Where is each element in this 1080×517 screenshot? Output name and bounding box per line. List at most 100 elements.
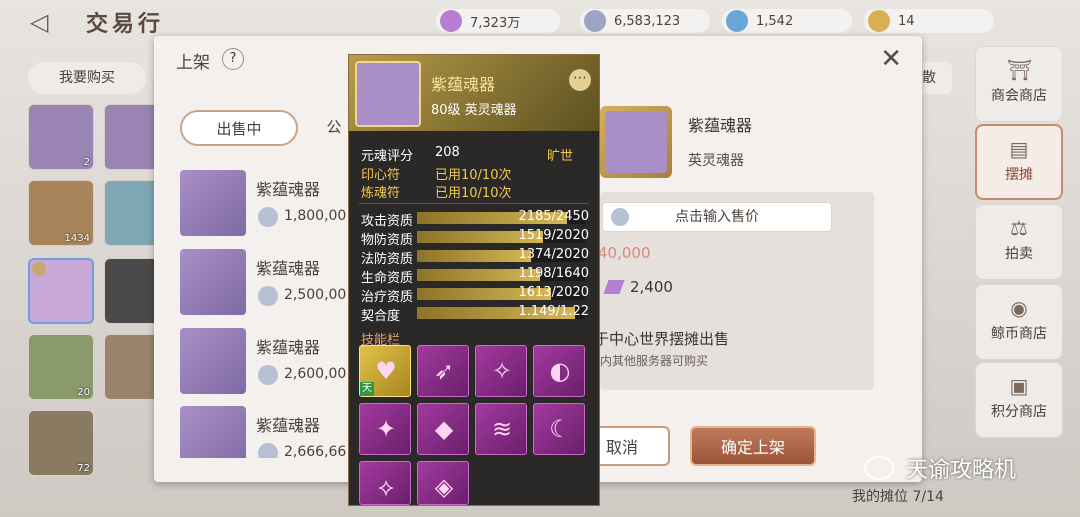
whale-coin-icon: ◉ (1010, 296, 1028, 320)
stat-bar: 契合度 1.149/1.22 (361, 304, 589, 324)
listing-row[interactable]: 紫蕴魂器 2,500,00 (176, 245, 354, 321)
coin-icon (611, 208, 629, 226)
skill-icon: ◈ (434, 473, 454, 501)
nav-whale-shop[interactable]: ◉ 鲸币商店 (975, 284, 1063, 360)
skill-slot[interactable]: ⟡ (359, 461, 411, 505)
nav-stall[interactable]: ▤ 摆摊 (975, 124, 1063, 200)
skill-slot[interactable]: ➶ (417, 345, 469, 397)
currency-silver: 6,583,123 (580, 9, 710, 33)
item-icon (355, 61, 421, 127)
divider (359, 203, 589, 204)
skill-icon: ✧ (491, 357, 513, 385)
stat-name: 物防资质 (361, 233, 414, 248)
listing-row[interactable]: 紫蕴魂器 2,600,00 (176, 324, 354, 400)
skill-slot[interactable]: ◈ (417, 461, 469, 505)
filter-tab-cut[interactable]: 散 (922, 62, 952, 94)
item-name: 紫蕴魂器 (688, 116, 753, 135)
currency-value: 1,542 (756, 13, 794, 29)
listing-price: 2,600,00 (258, 365, 347, 385)
stat-value: 2185/2450 (518, 209, 589, 224)
listing-row[interactable]: 紫蕴魂器 1,800,00 (176, 166, 354, 242)
medal-icon (868, 10, 890, 32)
item-tooltip: 紫蕴魂器 80级 英灵魂器 ⋯ 元魂评分 208 旷世 印心符 已用10/10次 炼魂… (348, 54, 600, 506)
slot-count: 1434 (64, 233, 90, 244)
back-button[interactable]: ◁ (30, 8, 66, 36)
nav-label: 积分商店 (991, 404, 1047, 420)
nav-label: 拍卖 (1005, 246, 1033, 262)
skill-icon: ⟡ (378, 473, 394, 501)
skill-slot[interactable]: ☾ (533, 403, 585, 455)
price-value: 2,666,66 (284, 444, 347, 458)
watermark-text: 天谕攻略机 (906, 458, 1017, 483)
stat-value: 1.149/1.22 (518, 304, 589, 319)
slot-count: 20 (77, 387, 90, 398)
coin-icon (258, 286, 278, 306)
coin-icon (584, 10, 606, 32)
skill-icon: ◐ (549, 357, 571, 385)
nav-points-shop[interactable]: ▣ 积分商店 (975, 362, 1063, 438)
stat-name: 治疗资质 (361, 290, 414, 305)
close-icon[interactable]: ✕ (880, 44, 902, 74)
want-buy-button[interactable]: 我要购买 (28, 62, 146, 94)
world-stall-option[interactable]: 于中心世界摆摊出售 (594, 328, 729, 349)
score-label: 元魂评分 (361, 149, 414, 164)
currency-gold: 14 (864, 9, 994, 33)
confirm-list-button[interactable]: 确定上架 (690, 426, 816, 466)
help-icon[interactable]: ? (222, 48, 244, 70)
rank-label: 旷世 (547, 149, 574, 164)
listing-price: 2,666,66 (258, 443, 347, 458)
item-thumbnail (180, 328, 246, 394)
nav-auction[interactable]: ⚖ 拍卖 (975, 204, 1063, 280)
stall-icon: ▤ (1009, 137, 1029, 161)
currency-value: 7,323万 (470, 15, 521, 31)
nav-guild-shop[interactable]: ⛩ 商会商店 (975, 46, 1063, 122)
listing-row[interactable]: 紫蕴魂器 2,666,66 (176, 402, 354, 458)
stat-bar: 物防资质 1519/2020 (361, 228, 589, 248)
seal-charm: 印心符 已用10/10次 (361, 164, 511, 183)
stat-value: 1198/1640 (518, 266, 589, 281)
item-type: 英灵魂器 (688, 153, 744, 169)
inventory-slot[interactable]: 2 (28, 104, 94, 170)
listing-name: 紫蕴魂器 (256, 416, 321, 435)
inventory-slot[interactable]: 1434 (28, 180, 94, 246)
tooltip-name: 紫蕴魂器 (431, 75, 496, 94)
currency-blue: 1,542 (722, 9, 852, 33)
currency-purple: 7,323万 (436, 9, 560, 33)
stat-bar: 治疗资质 1613/2020 (361, 285, 589, 305)
score-value: 208 (435, 145, 460, 160)
stat-value: 1374/2020 (518, 247, 589, 262)
coin-icon (258, 443, 278, 458)
stat-bar: 生命资质 1198/1640 (361, 266, 589, 286)
more-icon[interactable]: ⋯ (569, 69, 591, 91)
slot-count: 2 (83, 157, 90, 168)
skill-icon: ✦ (375, 415, 397, 443)
tooltip-header: 紫蕴魂器 80级 英灵魂器 ⋯ (349, 55, 599, 131)
inventory-slot[interactable]: 20 (28, 334, 94, 400)
coin-icon (258, 207, 278, 227)
item-icon (600, 106, 672, 178)
skill-icon: ➶ (433, 357, 455, 385)
currency-value: 6,583,123 (614, 13, 681, 29)
page-title: 交易行 (86, 12, 165, 37)
skill-slot[interactable]: ◐ (533, 345, 585, 397)
stat-bar: 法防资质 1374/2020 (361, 247, 589, 267)
nav-label: 商会商店 (991, 88, 1047, 104)
skill-slot[interactable]: ✦ (359, 403, 411, 455)
seal-label: 印心符 (361, 168, 401, 183)
tab-selling[interactable]: 出售中 (180, 110, 298, 146)
seal-value: 已用10/10次 (435, 168, 512, 183)
skill-slot[interactable]: ≋ (475, 403, 527, 455)
skill-slot[interactable]: ♥ 天 (359, 345, 411, 397)
inventory-slot-selected[interactable] (28, 258, 94, 324)
price-value: 2,600,00 (284, 366, 347, 382)
soul-score: 元魂评分 208 旷世 (361, 145, 573, 164)
inventory-slot[interactable]: 72 (28, 410, 94, 476)
listing-price: 2,500,00 (258, 286, 346, 306)
listing-fee: 2,400 (603, 278, 673, 296)
price-input[interactable]: 点击输入售价 (602, 202, 832, 232)
stat-value: 1613/2020 (518, 285, 589, 300)
stat-bar: 攻击资质 2185/2450 (361, 209, 589, 229)
skill-slot[interactable]: ✧ (475, 345, 527, 397)
skill-slot[interactable]: ◆ (417, 403, 469, 455)
cart-icon: ▣ (1009, 374, 1029, 398)
